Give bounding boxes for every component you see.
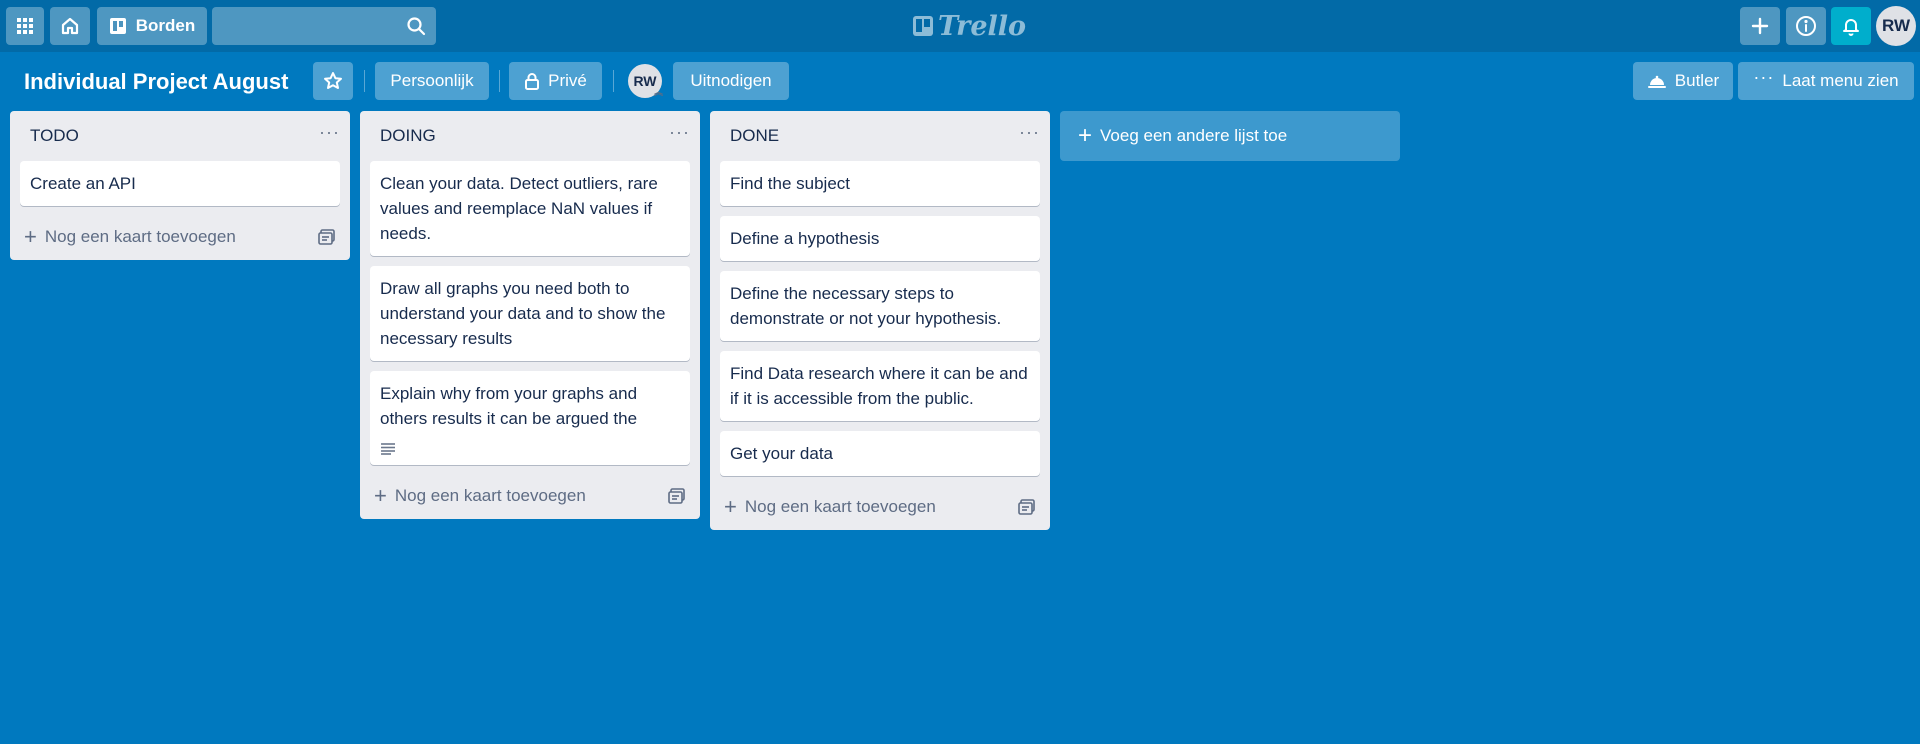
plus-icon: + — [1078, 122, 1093, 149]
card-text: Explain why from your graphs and others … — [380, 384, 638, 428]
card-template-icon[interactable] — [668, 488, 686, 504]
private-label: Privé — [548, 71, 587, 90]
list-menu-icon[interactable]: ··· — [319, 122, 340, 151]
invite-label: Uitnodigen — [690, 71, 772, 90]
boards-icon — [109, 18, 126, 34]
personal-label: Persoonlijk — [390, 71, 474, 90]
list-footer: + Nog een kaart toevoegen — [360, 473, 700, 519]
top-nav-bar: Borden Trello RW — [0, 0, 1920, 52]
card[interactable]: Find the subject — [720, 161, 1040, 206]
card[interactable]: Define a hypothesis — [720, 216, 1040, 261]
logo-text: Trello — [938, 10, 1027, 42]
list-header: DONE ··· — [710, 111, 1050, 161]
menu-label: Laat menu zien — [1782, 71, 1899, 90]
card[interactable]: Clean your data. Detect outliers, rare v… — [370, 161, 690, 256]
user-initials: RW — [1881, 16, 1910, 35]
list-done: DONE ··· Find the subject Define a hypot… — [710, 111, 1050, 530]
add-card-label: Nog een kaart toevoegen — [394, 486, 586, 505]
trello-logo[interactable]: Trello — [912, 9, 1026, 43]
butler-button[interactable]: Butler — [1633, 62, 1733, 100]
list-menu-icon[interactable]: ··· — [669, 122, 690, 151]
create-button[interactable] — [1740, 7, 1780, 45]
list-todo: TODO ··· Create an API + Nog een kaart t… — [10, 111, 350, 260]
member-avatar[interactable]: RW ︽ — [628, 64, 663, 98]
list-menu-icon[interactable]: ··· — [1019, 122, 1040, 151]
home-icon — [61, 17, 79, 35]
add-card-label: Nog een kaart toevoegen — [44, 227, 236, 246]
card-template-icon[interactable] — [318, 229, 336, 245]
add-card-button[interactable]: + Nog een kaart toevoegen — [724, 496, 936, 518]
description-icon — [380, 437, 680, 455]
visibility-button[interactable]: Privé — [509, 62, 602, 100]
home-button[interactable] — [50, 7, 90, 45]
trello-logo-icon — [913, 16, 933, 36]
list-title[interactable]: DOING — [380, 126, 436, 146]
boards-label: Borden — [135, 16, 196, 35]
header-divider — [613, 70, 614, 92]
plus-icon: + — [374, 483, 387, 508]
list-header: DOING ··· — [360, 111, 700, 161]
list-doing: DOING ··· Clean your data. Detect outlie… — [360, 111, 700, 519]
notifications-button[interactable] — [1831, 7, 1871, 45]
boards-button[interactable]: Borden — [97, 7, 207, 45]
plus-icon: + — [724, 494, 737, 519]
search-icon — [407, 17, 426, 36]
add-list-button[interactable]: + Voeg een andere lijst toe — [1060, 111, 1400, 161]
add-card-label: Nog een kaart toevoegen — [744, 497, 936, 516]
star-icon — [324, 72, 342, 89]
list-title[interactable]: DONE — [730, 126, 779, 146]
list-header: TODO ··· — [10, 111, 350, 161]
card[interactable]: Create an API — [20, 161, 340, 206]
admin-chevron-icon: ︽ — [653, 87, 663, 97]
card[interactable]: Draw all graphs you need both to underst… — [370, 266, 690, 361]
star-board-button[interactable] — [313, 62, 353, 100]
list-footer: + Nog een kaart toevoegen — [710, 484, 1050, 530]
card[interactable]: Explain why from your graphs and others … — [370, 371, 690, 465]
user-avatar[interactable]: RW — [1876, 6, 1916, 46]
list-title[interactable]: TODO — [30, 126, 79, 146]
info-button[interactable] — [1786, 7, 1826, 45]
plus-icon: + — [24, 224, 37, 249]
board-title[interactable]: Individual Project August — [24, 66, 288, 98]
add-list-label: Voeg een andere lijst toe — [1100, 126, 1288, 145]
add-card-button[interactable]: + Nog een kaart toevoegen — [24, 226, 236, 248]
list-footer: + Nog een kaart toevoegen — [10, 214, 350, 260]
header-divider — [364, 70, 365, 92]
search-input[interactable] — [212, 7, 436, 45]
add-card-button[interactable]: + Nog een kaart toevoegen — [374, 485, 586, 507]
lock-icon — [525, 73, 540, 90]
plus-icon — [1751, 17, 1769, 35]
apps-grid-button[interactable] — [6, 7, 44, 45]
info-icon — [1796, 16, 1816, 36]
invite-button[interactable]: Uitnodigen — [673, 62, 789, 100]
butler-label: Butler — [1674, 71, 1720, 90]
header-divider — [499, 70, 500, 92]
card[interactable]: Find Data research where it can be and i… — [720, 351, 1040, 421]
bell-icon — [1843, 19, 1859, 36]
apps-grid-icon — [17, 18, 33, 34]
card[interactable]: Get your data — [720, 431, 1040, 476]
more-dots-icon: ··· — [1753, 66, 1775, 87]
show-menu-button[interactable]: ··· Laat menu zien — [1738, 62, 1914, 100]
butler-bell-icon — [1647, 75, 1666, 88]
personal-team-button[interactable]: Persoonlijk — [375, 62, 489, 100]
card-template-icon[interactable] — [1018, 499, 1036, 515]
card[interactable]: Define the necessary steps to demonstrat… — [720, 271, 1040, 341]
